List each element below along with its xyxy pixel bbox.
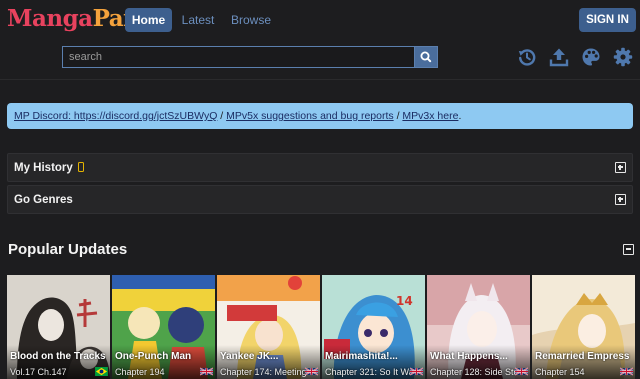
manga-title[interactable]: Blood on the Tracks [10,351,108,362]
my-history-title: My History [14,162,84,174]
history-icon[interactable] [517,47,537,67]
manga-title[interactable]: What Happens... [430,351,528,362]
search-input[interactable] [62,46,414,68]
expand-plus-icon[interactable] [615,194,626,205]
mpv3-link[interactable]: MPv3x here [402,110,458,122]
manga-card[interactable]: 14 Mairimashita!... Chapter 321: So It W… [322,275,425,379]
chapter-label[interactable]: Chapter 174: Meeting [220,367,306,377]
manga-title[interactable]: Remarried Empress [535,351,633,362]
expand-plus-icon[interactable] [615,162,626,173]
manga-title[interactable]: Mairimashita!... [325,351,423,362]
logo-text-manga: Manga [7,5,93,32]
collapse-minus-icon[interactable] [623,244,634,255]
uk-flag-icon [410,367,423,376]
period: . [458,110,462,122]
sign-in-button[interactable]: SIGN IN [579,8,636,32]
upload-icon[interactable] [549,47,569,67]
announcement-banner: MP Discord: https://discord.gg/jctSzUBWy… [7,103,633,129]
chapter-label[interactable]: Vol.17 Ch.147 [10,367,96,377]
uk-flag-icon [200,367,213,376]
go-genres-title: Go Genres [14,194,73,206]
chapter-label[interactable]: Chapter 321: So It Wa [325,367,411,377]
manga-title[interactable]: Yankee JK... [220,351,318,362]
chapter-label[interactable]: Chapter 154 [535,367,621,377]
nav-latest-link[interactable]: Latest [178,8,218,32]
nav-browse-link[interactable]: Browse [228,8,274,32]
manga-card[interactable]: One-Punch Man Chapter 194 [112,275,215,379]
manga-card[interactable]: Yankee JK... Chapter 174: Meeting [217,275,320,379]
separator: / [220,110,224,122]
manga-card[interactable]: What Happens... Chapter 128: Side Sto [427,275,530,379]
search-icon [420,51,432,63]
go-genres-panel[interactable]: Go Genres [7,185,633,214]
manga-title[interactable]: One-Punch Man [115,351,213,362]
my-history-label: My History [14,162,73,174]
separator: / [396,110,400,122]
settings-gear-icon[interactable] [613,47,633,67]
brazil-flag-icon [95,367,108,376]
uk-flag-icon [620,367,633,376]
discord-link[interactable]: MP Discord: https://discord.gg/jctSzUBWy… [14,110,217,122]
suggestions-link[interactable]: MPv5x suggestions and bug reports [226,110,394,122]
search-button[interactable] [414,46,438,68]
palette-icon[interactable] [581,47,601,67]
nav-home-button[interactable]: Home [125,8,172,32]
chapter-label[interactable]: Chapter 194 [115,367,201,377]
my-history-panel[interactable]: My History [7,153,633,182]
manga-card[interactable]: Blood on the Tracks Vol.17 Ch.147 [7,275,110,379]
phone-icon [78,162,84,172]
chapter-label[interactable]: Chapter 128: Side Sto [430,367,516,377]
popular-updates-heading: Popular Updates [8,241,128,258]
search-bar [62,46,438,68]
uk-flag-icon [305,367,318,376]
svg-text:14: 14 [396,294,413,308]
popular-updates-list: Blood on the Tracks Vol.17 Ch.147 One-Pu… [7,275,640,379]
site-header: MangaPark Home Latest Browse SIGN IN [0,0,640,80]
manga-card[interactable]: Remarried Empress Chapter 154 [532,275,635,379]
uk-flag-icon [515,367,528,376]
